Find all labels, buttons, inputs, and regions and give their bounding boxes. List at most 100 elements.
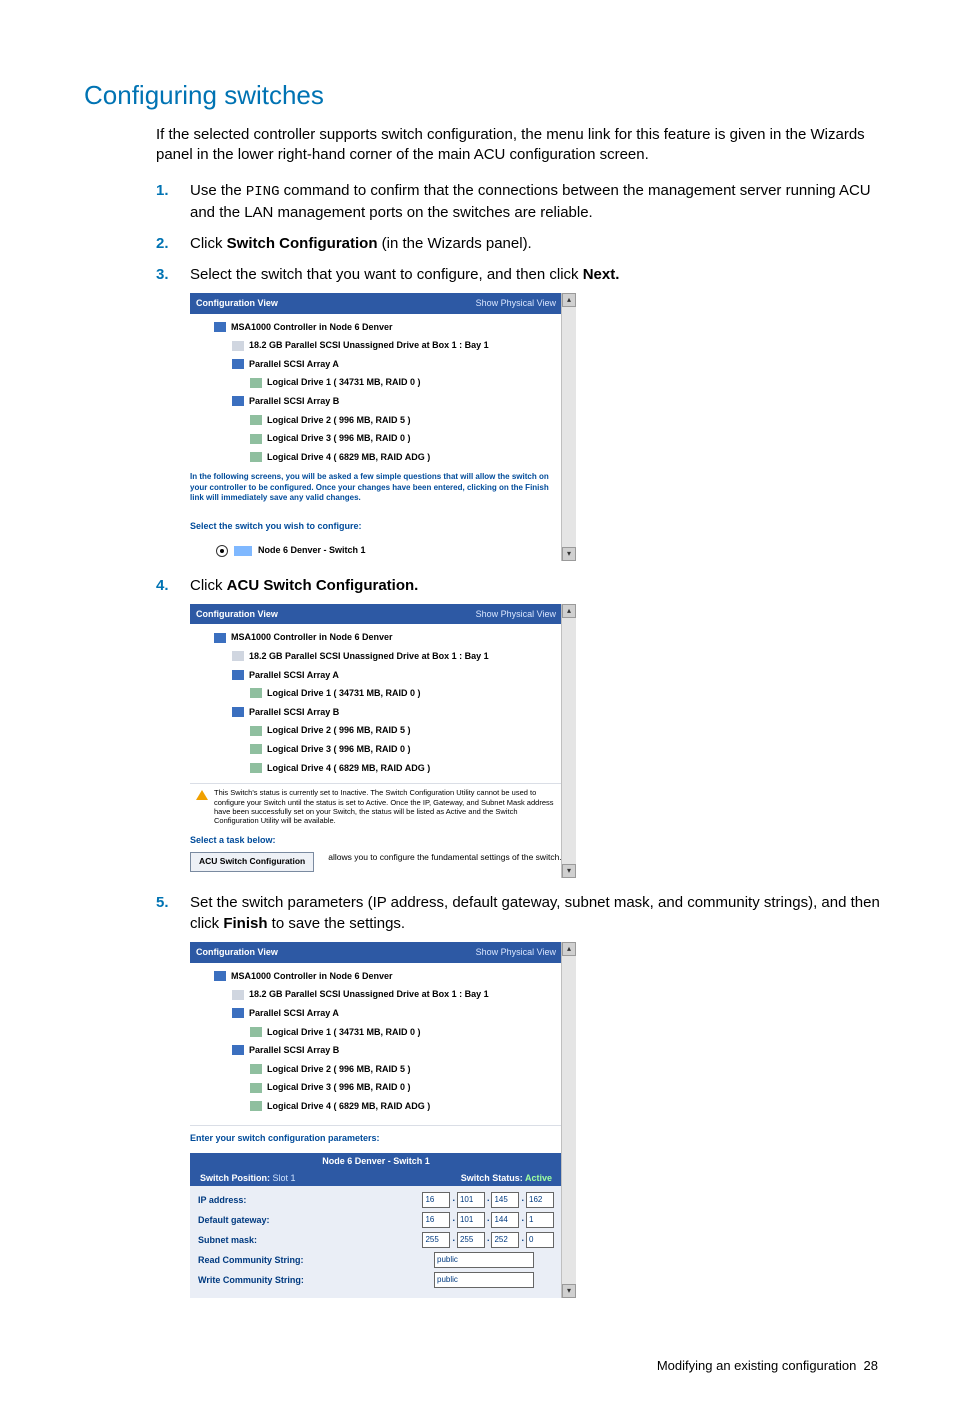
select-task-label: Select a task below:	[190, 834, 562, 853]
tree-logical-drive-4[interactable]: Logical Drive 4 ( 6829 MB, RAID ADG )	[250, 1097, 552, 1116]
controller-icon	[214, 633, 226, 643]
tree-unassigned-drive[interactable]: 18.2 GB Parallel SCSI Unassigned Drive a…	[232, 336, 552, 355]
scrollbar[interactable]: ▴ ▾	[561, 293, 576, 561]
tree-logical-drive-1[interactable]: Logical Drive 1 ( 34731 MB, RAID 0 )	[250, 1023, 552, 1042]
scroll-up-icon[interactable]: ▴	[562, 942, 576, 956]
task-description: allows you to configure the fundamental …	[328, 852, 561, 864]
scroll-down-icon[interactable]: ▾	[562, 547, 576, 561]
device-tree: MSA1000 Controller in Node 6 Denver 18.2…	[190, 314, 562, 473]
tree-logical-drive-4[interactable]: Logical Drive 4 ( 6829 MB, RAID ADG )	[250, 759, 552, 778]
tree-controller[interactable]: MSA1000 Controller in Node 6 Denver	[214, 628, 552, 647]
switch-radio-option[interactable]: Node 6 Denver - Switch 1	[190, 534, 562, 561]
ip-octet-1[interactable]: 16	[422, 1192, 450, 1208]
device-tree: MSA1000 Controller in Node 6 Denver 18.2…	[190, 624, 562, 783]
configuration-view-header: Configuration View Show Physical View	[190, 942, 562, 963]
read-community-input[interactable]: public	[434, 1252, 534, 1268]
drive-icon	[232, 341, 244, 351]
scroll-up-icon[interactable]: ▴	[562, 293, 576, 307]
step-number: 1.	[156, 180, 182, 201]
tree-array-a[interactable]: Parallel SCSI Array A	[232, 1004, 552, 1023]
logical-drive-icon	[250, 452, 262, 462]
logical-drive-icon	[250, 726, 262, 736]
tree-array-a[interactable]: Parallel SCSI Array A	[232, 666, 552, 685]
logical-drive-icon	[250, 763, 262, 773]
step-5: 5. Set the switch parameters (IP address…	[156, 892, 880, 1298]
tree-logical-drive-2[interactable]: Logical Drive 2 ( 996 MB, RAID 5 )	[250, 721, 552, 740]
form-subheader: Switch Position: Slot 1 Switch Status: A…	[190, 1170, 562, 1187]
gw-octet-1[interactable]: 16	[422, 1212, 450, 1228]
tree-array-b[interactable]: Parallel SCSI Array B	[232, 392, 552, 411]
radio-icon[interactable]	[216, 545, 228, 557]
logical-drive-icon	[250, 744, 262, 754]
gw-octet-2[interactable]: 101	[457, 1212, 485, 1228]
step-2: 2. Click Switch Configuration (in the Wi…	[156, 233, 880, 254]
tree-logical-drive-2[interactable]: Logical Drive 2 ( 996 MB, RAID 5 )	[250, 1060, 552, 1079]
gw-octet-4[interactable]: 1	[526, 1212, 554, 1228]
array-icon	[232, 359, 244, 369]
read-community-row: Read Community String: public	[198, 1250, 554, 1270]
logical-drive-icon	[250, 688, 262, 698]
step-number: 5.	[156, 892, 182, 913]
inactive-switch-warning: This Switch's status is currently set to…	[190, 783, 562, 830]
select-switch-label: Select the switch you wish to configure:	[190, 514, 562, 535]
scrollbar[interactable]: ▴ ▾	[561, 942, 576, 1298]
subnet-row: Subnet mask: 255. 255. 252. 0	[198, 1230, 554, 1250]
tree-logical-drive-2[interactable]: Logical Drive 2 ( 996 MB, RAID 5 )	[250, 411, 552, 430]
enter-parameters-label: Enter your switch configuration paramete…	[190, 1125, 562, 1147]
screenshot-switch-parameters: ▴ ▾ Configuration View Show Physical Vie…	[190, 942, 562, 1298]
tree-array-b[interactable]: Parallel SCSI Array B	[232, 1041, 552, 1060]
tree-logical-drive-3[interactable]: Logical Drive 3 ( 996 MB, RAID 0 )	[250, 1078, 552, 1097]
page-number: 28	[864, 1358, 878, 1373]
gw-octet-3[interactable]: 144	[491, 1212, 519, 1228]
tree-array-a[interactable]: Parallel SCSI Array A	[232, 355, 552, 374]
write-community-input[interactable]: public	[434, 1272, 534, 1288]
step-text: Use the PING command to confirm that the…	[190, 182, 871, 222]
tree-controller[interactable]: MSA1000 Controller in Node 6 Denver	[214, 967, 552, 986]
scroll-up-icon[interactable]: ▴	[562, 604, 576, 618]
step-number: 4.	[156, 575, 182, 596]
step-text: Set the switch parameters (IP address, d…	[190, 894, 880, 932]
scroll-down-icon[interactable]: ▾	[562, 1284, 576, 1298]
page-heading: Configuring switches	[84, 80, 880, 111]
task-block: Select a task below: ACU Switch Configur…	[190, 830, 562, 878]
step-text: Click ACU Switch Configuration.	[190, 577, 418, 594]
scroll-down-icon[interactable]: ▾	[562, 864, 576, 878]
drive-icon	[232, 990, 244, 1000]
array-icon	[232, 1045, 244, 1055]
tree-logical-drive-3[interactable]: Logical Drive 3 ( 996 MB, RAID 0 )	[250, 429, 552, 448]
tree-logical-drive-3[interactable]: Logical Drive 3 ( 996 MB, RAID 0 )	[250, 740, 552, 759]
configuration-view-header: Configuration View Show Physical View	[190, 293, 562, 314]
warning-icon	[196, 790, 208, 800]
step-4: 4. Click ACU Switch Configuration. ▴ ▾ C…	[156, 575, 880, 878]
step-number: 3.	[156, 264, 182, 285]
logical-drive-icon	[250, 434, 262, 444]
ip-octet-2[interactable]: 101	[457, 1192, 485, 1208]
wizard-intro-text: In the following screens, you will be as…	[190, 472, 562, 509]
array-icon	[232, 1008, 244, 1018]
tree-unassigned-drive[interactable]: 18.2 GB Parallel SCSI Unassigned Drive a…	[232, 647, 552, 666]
tree-logical-drive-1[interactable]: Logical Drive 1 ( 34731 MB, RAID 0 )	[250, 684, 552, 703]
tree-controller[interactable]: MSA1000 Controller in Node 6 Denver	[214, 318, 552, 337]
scrollbar[interactable]: ▴ ▾	[561, 604, 576, 878]
tree-unassigned-drive[interactable]: 18.2 GB Parallel SCSI Unassigned Drive a…	[232, 985, 552, 1004]
device-tree: MSA1000 Controller in Node 6 Denver 18.2…	[190, 963, 562, 1122]
ip-octet-3[interactable]: 145	[491, 1192, 519, 1208]
form-title: Node 6 Denver - Switch 1	[190, 1153, 562, 1170]
show-physical-view-link[interactable]: Show Physical View	[476, 297, 556, 310]
gateway-row: Default gateway: 16. 101. 144. 1	[198, 1210, 554, 1230]
screenshot-select-task: ▴ ▾ Configuration View Show Physical Vie…	[190, 604, 562, 878]
ip-octet-4[interactable]: 162	[526, 1192, 554, 1208]
ip-address-row: IP address: 16. 101. 145. 162	[198, 1190, 554, 1210]
show-physical-view-link[interactable]: Show Physical View	[476, 946, 556, 959]
steps-list: 1. Use the PING command to confirm that …	[156, 180, 880, 1299]
acu-switch-configuration-button[interactable]: ACU Switch Configuration	[190, 852, 314, 872]
show-physical-view-link[interactable]: Show Physical View	[476, 608, 556, 621]
tree-array-b[interactable]: Parallel SCSI Array B	[232, 703, 552, 722]
switch-form: Node 6 Denver - Switch 1 Switch Position…	[190, 1153, 562, 1298]
screenshot-select-switch: ▴ ▾ Configuration View Show Physical Vie…	[190, 293, 562, 561]
logical-drive-icon	[250, 378, 262, 388]
page-footer: Modifying an existing configuration 28	[84, 1358, 880, 1373]
logical-drive-icon	[250, 1101, 262, 1111]
tree-logical-drive-1[interactable]: Logical Drive 1 ( 34731 MB, RAID 0 )	[250, 373, 552, 392]
tree-logical-drive-4[interactable]: Logical Drive 4 ( 6829 MB, RAID ADG )	[250, 448, 552, 467]
